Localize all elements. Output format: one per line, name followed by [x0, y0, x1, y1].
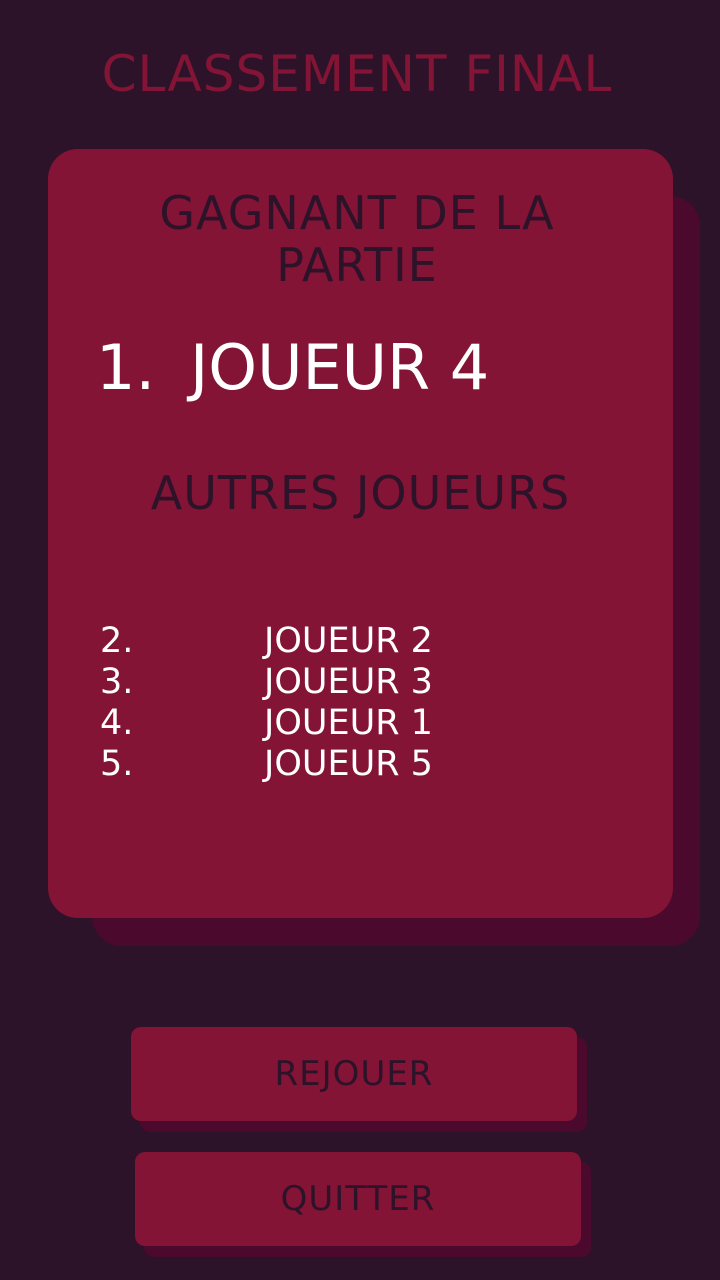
player-row: 2. JOUEUR 2: [100, 621, 620, 662]
player-name: JOUEUR 2: [264, 621, 433, 661]
quit-button[interactable]: QUITTER: [135, 1152, 581, 1246]
results-card: GAGNANT DE LA PARTIE 1. JOUEUR 4 AUTRES …: [48, 149, 673, 918]
winner-heading: GAGNANT DE LA PARTIE: [159, 186, 555, 292]
page-title: CLASSEMENT FINAL: [101, 45, 613, 103]
winner-name: JOUEUR 4: [190, 331, 490, 404]
player-rank: 5.: [100, 744, 134, 784]
player-row: 4. JOUEUR 1: [100, 703, 620, 744]
other-players-heading: AUTRES JOUEURS: [150, 466, 571, 520]
player-row: 5. JOUEUR 5: [100, 744, 620, 785]
player-rank: 3.: [100, 662, 134, 702]
player-name: JOUEUR 3: [264, 662, 433, 702]
winner-rank: 1.: [96, 331, 156, 404]
player-rank: 2.: [100, 621, 134, 661]
other-players-list: 2. JOUEUR 2 3. JOUEUR 3 4. JOUEUR 1 5. J…: [100, 621, 620, 785]
player-name: JOUEUR 5: [264, 744, 433, 784]
player-name: JOUEUR 1: [264, 703, 433, 743]
player-row: 3. JOUEUR 3: [100, 662, 620, 703]
player-rank: 4.: [100, 703, 134, 743]
replay-button[interactable]: REJOUER: [131, 1027, 577, 1121]
